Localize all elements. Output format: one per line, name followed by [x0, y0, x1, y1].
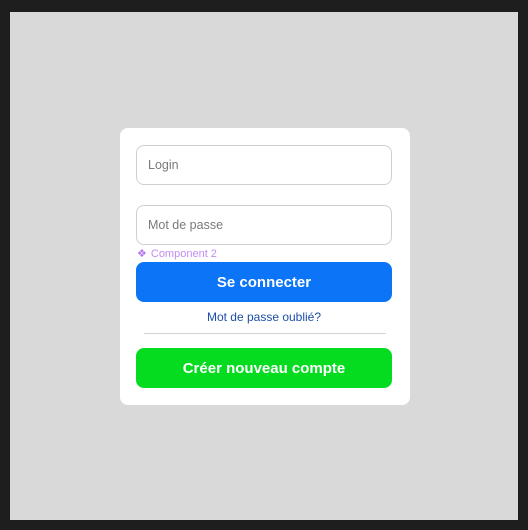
component-label: ❖ Component 2	[137, 247, 217, 261]
login-input[interactable]	[136, 145, 392, 185]
component-diamond-icon: ❖	[137, 247, 147, 260]
divider	[144, 333, 386, 334]
password-input[interactable]	[136, 205, 392, 245]
component-label-text: Component 2	[150, 248, 217, 260]
create-account-button[interactable]: Créer nouveau compte	[136, 348, 392, 388]
login-button[interactable]: Se connecter	[136, 262, 392, 302]
forgot-password-link[interactable]: Mot de passe oublié?	[136, 310, 392, 324]
